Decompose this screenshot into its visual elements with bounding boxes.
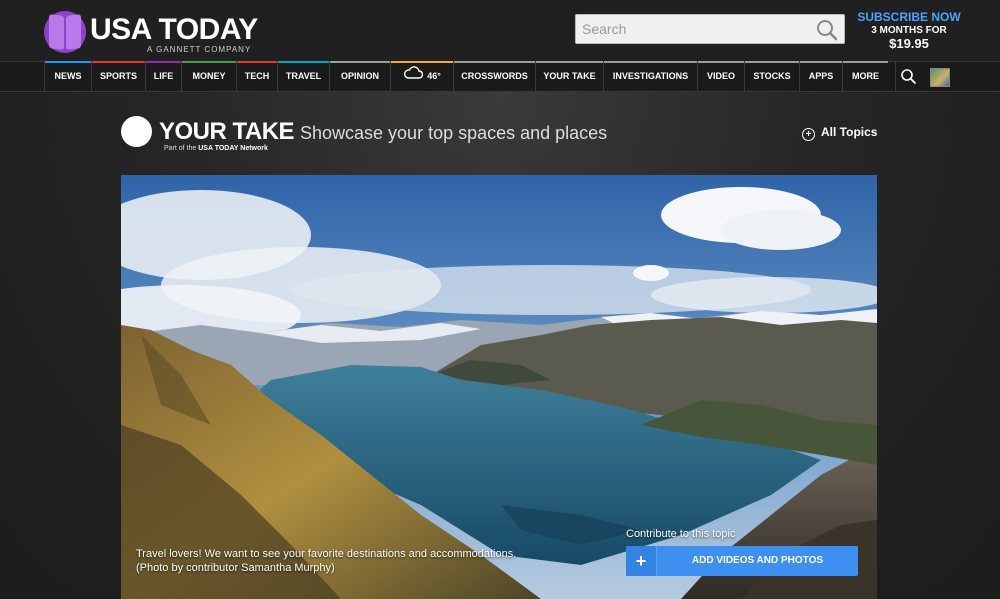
nav-accent [843,61,888,63]
nav-item-sports[interactable]: SPORTS [91,61,145,91]
weather-temp: 46° [427,71,441,81]
logo-text: USA TODAY [90,13,258,46]
nav-item-video[interactable]: VIDEO [697,61,744,91]
usa-today-logo[interactable]: USA TODAY A GANNETT COMPANY [44,9,258,55]
user-avatar[interactable] [930,68,950,87]
nav-item-tech[interactable]: TECH [236,61,277,91]
nav-item-life[interactable]: LIFE [145,61,181,91]
network-credit: Part of the USA TODAY Network [164,145,268,152]
nav-label: APPS [808,71,834,81]
cloud-icon [403,62,424,91]
add-videos-photos-button[interactable]: + ADD VIDEOS AND PHOTOS [626,546,858,576]
main-nav: NEWS SPORTS LIFE MONEY TECH TRAVEL OPINI… [0,61,1000,92]
nav-item-more[interactable]: MORE [842,61,888,91]
nav-search-icon[interactable] [895,62,921,91]
nav-accent [92,61,145,63]
section-tagline: Showcase your top spaces and places [300,123,608,143]
nav-item-weather[interactable]: 46° [390,61,453,91]
nav-accent [237,61,277,63]
nav-label: YOUR TAKE [543,71,596,81]
nav-item-opinion[interactable]: OPINION [329,61,390,91]
nav-accent [800,61,842,63]
lake-landscape-image [121,175,877,599]
subscribe-promo[interactable]: SUBSCRIBE NOW 3 MONTHS FOR $19.95 [856,10,962,51]
nav-label: INVESTIGATIONS [612,71,689,81]
nav-accent [745,61,799,63]
nav-label: LIFE [153,71,174,81]
nav-item-investigations[interactable]: INVESTIGATIONS [603,61,697,91]
nav-accent [454,61,535,63]
photo-caption: Travel lovers! We want to see your favor… [136,547,556,575]
nav-accent [146,61,181,63]
section-title: YOUR TAKE [159,118,295,145]
nav-accent [182,61,236,63]
nav-accent [330,61,390,63]
logo-globe-icon [44,11,86,53]
caption-line: Travel lovers! We want to see your favor… [136,548,517,560]
plus-icon: + [626,546,657,576]
nav-item-travel[interactable]: TRAVEL [277,61,329,91]
nav-item-stocks[interactable]: STOCKS [744,61,799,91]
nav-label: OPINION [340,71,379,81]
nav-label: NEWS [54,71,82,81]
nav-accent [45,61,91,63]
subscribe-headline[interactable]: SUBSCRIBE NOW [856,10,962,24]
your-take-logo-icon [121,116,152,147]
nav-accent [698,61,744,63]
contribute-label: Contribute to this topic [626,528,736,540]
all-topics-link[interactable]: + All Topics [802,125,877,141]
top-header: USA TODAY A GANNETT COMPANY SUBSCRIBE NO… [0,0,1000,61]
nav-item-money[interactable]: MONEY [181,61,236,91]
add-button-label: ADD VIDEOS AND PHOTOS [691,555,824,566]
nav-label: MORE [852,71,879,81]
network-name: USA TODAY Network [198,145,268,152]
nav-item-crosswords[interactable]: CROSSWORDS [453,61,535,91]
hero-photo: Travel lovers! We want to see your favor… [121,175,877,599]
search-icon[interactable] [816,19,838,41]
network-prefix: Part of the [164,145,197,152]
all-topics-label: All Topics [821,125,878,139]
search-box [575,14,845,44]
nav-accent [604,61,697,63]
plus-circle-icon: + [802,128,815,141]
nav-label: STOCKS [753,71,791,81]
nav-label: VIDEO [706,71,735,81]
nav-accent [391,61,453,63]
nav-item-apps[interactable]: APPS [799,61,842,91]
nav-label: MONEY [192,71,226,81]
nav-label: SPORTS [99,71,137,81]
subscribe-price: $19.95 [889,36,929,51]
nav-item-your-take[interactable]: YOUR TAKE [535,61,603,91]
logo-subtitle: A GANNETT COMPANY [147,45,252,54]
subscribe-offer: 3 MONTHS FOR [871,25,947,36]
nav-label: CROSSWORDS [461,71,528,81]
caption-credit: (Photo by contributor Samantha Murphy) [136,562,335,574]
search-input[interactable] [576,15,820,43]
nav-accent [536,61,603,63]
nav-label: TRAVEL [285,71,322,81]
nav-accent [278,61,329,63]
nav-item-news[interactable]: NEWS [44,61,91,91]
nav-label: TECH [244,71,270,81]
